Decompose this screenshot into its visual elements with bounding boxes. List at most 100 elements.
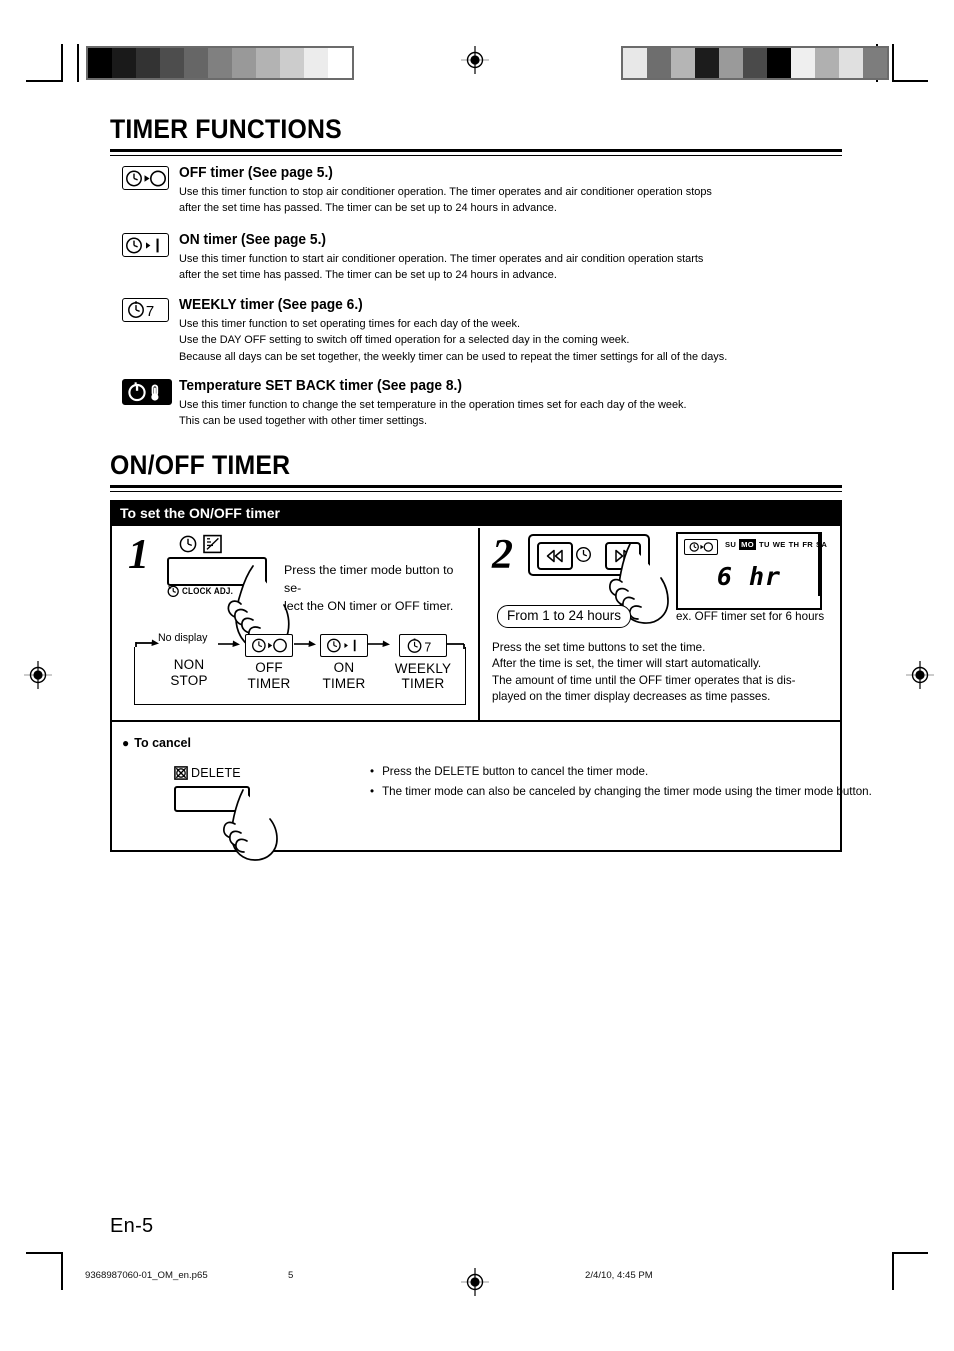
cancel-bullet-list: • Press the DELETE button to cancel the … [370,764,872,801]
gray-swatch [767,48,791,78]
gray-swatch [695,48,719,78]
function-title: Temperature SET BACK timer (See page 8.) [179,378,462,394]
gray-swatch [88,48,112,78]
set-back-timer-icon [122,377,179,430]
weekly-timer-icon: 7 [399,634,447,657]
lcd-edge-bar [818,532,821,596]
clock-small-icon [167,585,179,597]
cancel-bullet: The timer mode can also be canceled by c… [382,785,872,799]
grayscale-wedge-right [621,46,889,80]
instruction-line: Press the set time buttons to set the ti… [492,641,706,654]
page-number: En-5 [110,1215,154,1237]
desc-line: Use the DAY OFF setting to switch off ti… [179,334,630,347]
section-rule [110,485,842,492]
function-title: ON timer (See page 5.) [179,232,326,248]
grayscale-wedge-left [86,46,354,80]
gray-swatch [671,48,695,78]
cycle-node-label: OFF [255,660,283,675]
registration-mark-left [24,661,52,689]
function-description: Use this timer function to stop air cond… [179,184,815,216]
weekly-timer-icon: 7 [122,296,179,365]
crop-mark-bottom-left-v [61,1252,63,1290]
desc-line: This can be used together with other tim… [179,415,427,428]
title-rule [110,149,842,156]
timer-function-weekly: 7 WEEKLY timer (See page 6.) Use this ti… [122,296,842,365]
set-time-decrease-button[interactable] [537,542,573,570]
lcd-day-indicators: SU MO TU WE TH FR SA [725,539,827,550]
gray-swatch [839,48,863,78]
delete-label-group: DELETE [174,766,241,780]
cancel-bullet: Press the DELETE button to cancel the ti… [382,765,649,778]
crop-mark-bottom-left-h [26,1252,62,1254]
lcd-day-mo: MO [739,539,756,550]
lcd-day-su: SU [725,540,737,549]
gray-swatch [184,48,208,78]
cycle-node-label: TIMER [247,675,291,691]
on-timer-icon [122,231,179,284]
cycle-node-non-stop: NON STOP [160,657,218,688]
lcd-day-tu: TU [759,540,770,549]
desc-line: Use this timer function to stop air cond… [179,186,712,199]
gray-swatch [623,48,647,78]
gray-swatch [208,48,232,78]
panel-row-divider [112,720,840,722]
desc-line: after the set time has passed. The timer… [179,269,557,282]
cycle-node-label: WEEKLY [394,660,452,676]
gray-swatch [112,48,136,78]
crop-mark-bottom-right-v [892,1252,894,1290]
instruction-line: Press the timer mode button to se- [284,563,454,595]
cancel-heading-group: ● To cancel [122,736,191,750]
svg-text:7: 7 [146,303,154,319]
timer-function-on: ON timer (See page 5.) Use this timer fu… [122,231,842,284]
cycle-node-label: NON [173,657,205,672]
instruction-line: The amount of time until the OFF timer o… [492,673,796,687]
desc-line: Use this timer function to change the se… [179,399,687,412]
timer-function-off: OFF timer (See page 5.) Use this timer f… [122,164,842,217]
off-timer-icon [122,164,179,217]
svg-text:7: 7 [424,640,431,654]
delete-icon [174,766,188,780]
lcd-day-fr: FR [802,540,814,549]
desc-line: Because all days can be set together, th… [179,350,728,363]
time-range-pill: From 1 to 24 hours [497,605,632,629]
lcd-day-th: TH [788,540,800,549]
crop-mark-top-left-v2 [77,44,79,82]
footer-page-number: 5 [288,1270,294,1281]
step-1-number: 1 [128,532,149,578]
footer-timestamp: 2/4/10, 4:45 PM [585,1270,653,1281]
timer-mode-cycle-diagram: No display NON STOP OFF TIMER ON TIMER 7… [134,632,466,705]
crop-mark-top-left-v [61,44,63,82]
gray-swatch [160,48,184,78]
clock-icon [575,546,592,568]
section-title-on-off-timer: ON/OFF TIMER [110,450,291,480]
bullet-icon: ● [122,736,130,750]
crop-mark-bottom-right-h [892,1252,928,1254]
cycle-node-on-timer: ON TIMER [314,634,374,691]
cycle-node-label: TIMER [322,675,366,691]
delete-label: DELETE [191,766,241,780]
gray-swatch [136,48,160,78]
gray-swatch [232,48,256,78]
panel-column-divider [478,528,480,720]
cycle-node-label: STOP [170,672,208,688]
registration-mark-bottom [461,1268,489,1296]
gray-swatch [863,48,887,78]
bullet-marker: • [370,765,375,778]
manual-page: TIMER FUNCTIONS OFF timer (See page 5.) … [0,0,954,1351]
page-title: TIMER FUNCTIONS [110,114,342,144]
off-timer-icon [684,539,718,555]
cycle-node-off-timer: OFF TIMER [238,634,300,691]
procedure-panel: To set the ON/OFF timer 1 CLOCK ADJ. Pre… [110,500,872,861]
desc-line: after the set time has passed. The timer… [179,202,557,215]
lcd-day-we: WE [772,540,786,549]
double-left-arrow-icon [546,549,563,563]
function-title: WEEKLY timer (See page 6.) [179,297,363,313]
crop-mark-top-right-v2 [892,44,894,82]
bullet-marker: • [370,785,375,799]
gray-swatch [719,48,743,78]
gray-swatch [815,48,839,78]
crop-mark-top-right-h [892,80,928,82]
remote-lcd-display: SU MO TU WE TH FR SA 6 hr [676,532,827,610]
instruction-line: played on the timer display decreases as… [492,690,771,704]
timer-function-set-back: Temperature SET BACK timer (See page 8.)… [122,377,842,430]
